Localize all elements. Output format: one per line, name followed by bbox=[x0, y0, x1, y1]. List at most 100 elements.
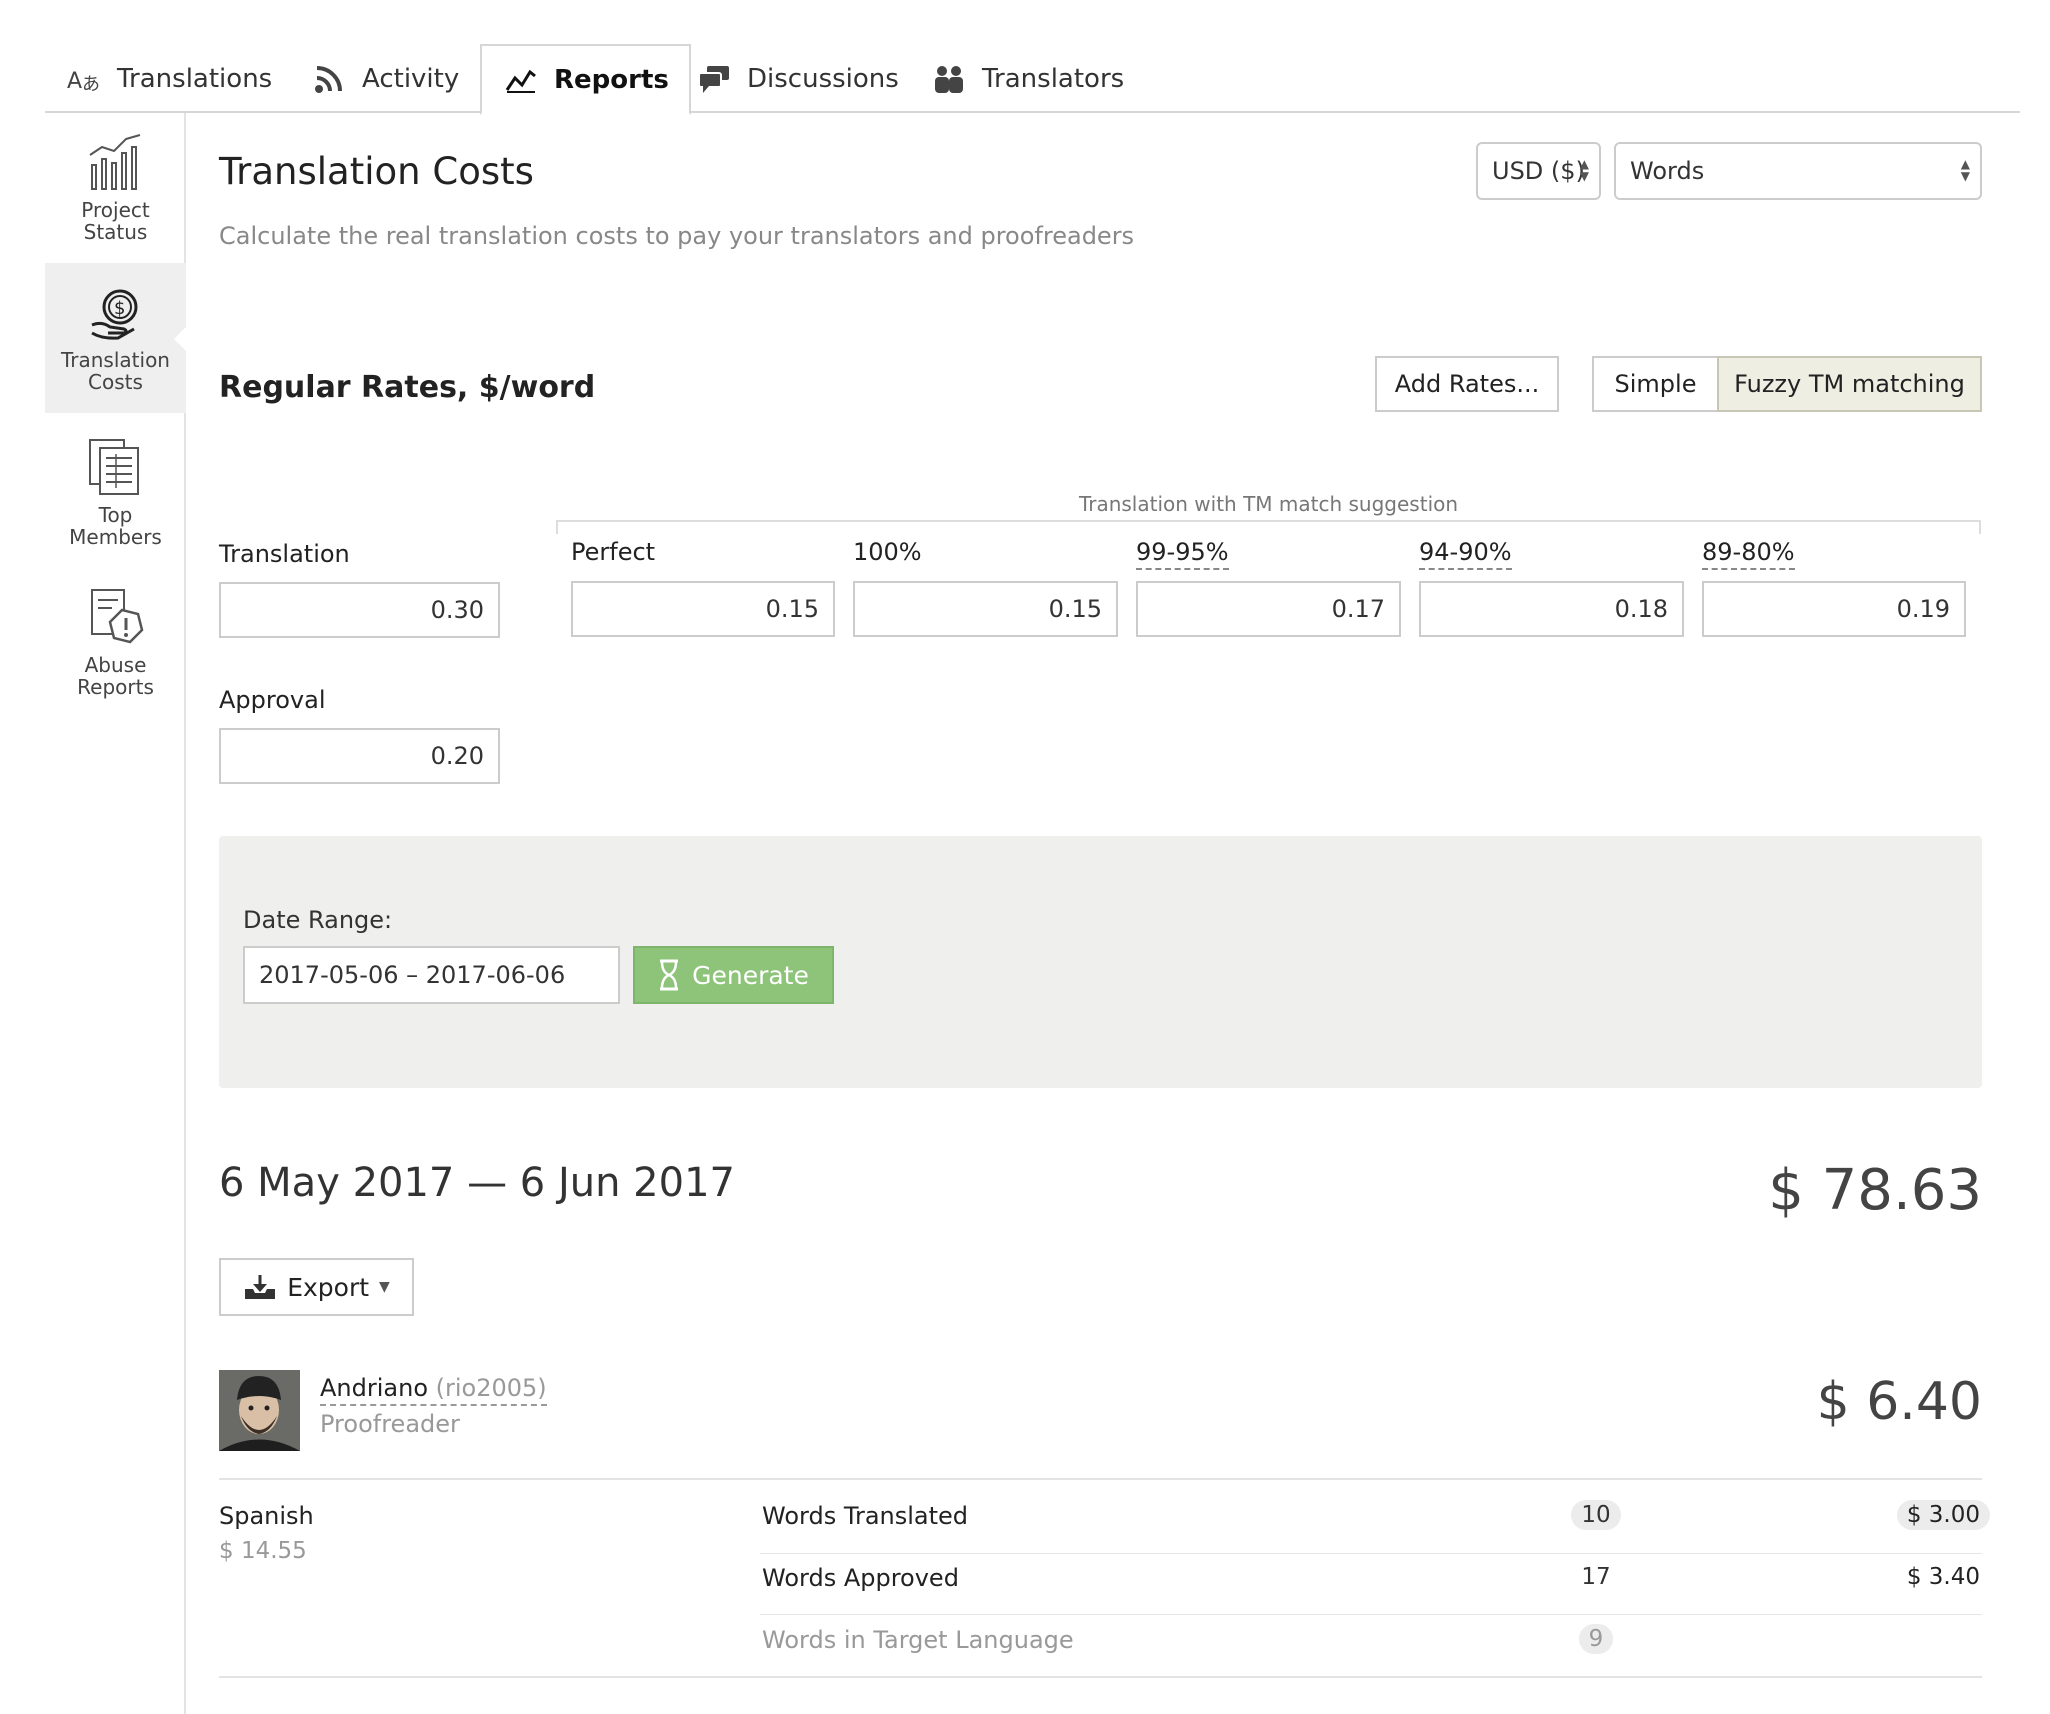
tm-94-90-label[interactable]: 94-90% bbox=[1419, 538, 1512, 570]
tm-99-95-input[interactable] bbox=[1136, 581, 1401, 637]
row-amount-words-translated: $ 3.00 bbox=[1896, 1500, 1990, 1530]
tm-89-80-label[interactable]: 89-80% bbox=[1702, 538, 1795, 570]
member-display-name: Andriano bbox=[320, 1374, 428, 1402]
tm-perfect-label: Perfect bbox=[571, 538, 656, 566]
sidebar-item-label: Translation bbox=[61, 348, 170, 372]
tab-label: Discussions bbox=[747, 63, 899, 94]
row-label-words-approved: Words Approved bbox=[762, 1564, 959, 1592]
tm-99-95-text: 99-95% bbox=[1136, 538, 1229, 570]
approval-rate-label: Approval bbox=[219, 686, 326, 714]
people-icon bbox=[930, 60, 968, 98]
row-amount-words-approved: $ 3.40 bbox=[1906, 1564, 1980, 1590]
tab-reports[interactable]: Reports bbox=[480, 44, 691, 115]
tab-activity[interactable]: Activity bbox=[310, 44, 459, 113]
svg-text:$: $ bbox=[114, 298, 125, 319]
sidebar-item-label: Costs bbox=[88, 370, 143, 394]
add-rates-button[interactable]: Add Rates... bbox=[1375, 356, 1559, 412]
tab-label: Translators bbox=[982, 63, 1125, 94]
export-label: Export bbox=[287, 1272, 370, 1302]
hourglass-icon bbox=[658, 959, 680, 991]
tab-translations[interactable]: Aあ Translations bbox=[65, 44, 272, 113]
rates-title: Regular Rates, $/word bbox=[219, 370, 596, 405]
warning-document-icon bbox=[45, 588, 186, 650]
approval-rate-input[interactable] bbox=[219, 728, 500, 784]
tab-discussions[interactable]: Discussions bbox=[695, 44, 899, 113]
currency-select[interactable]: USD ($) ▲ ▼ bbox=[1476, 142, 1601, 200]
sidebar-item-top-members[interactable]: Top Members bbox=[45, 438, 186, 564]
row-count-words-target: 9 bbox=[1570, 1624, 1622, 1654]
mode-simple-button[interactable]: Simple bbox=[1592, 356, 1719, 412]
row-label-words-translated: Words Translated bbox=[762, 1502, 969, 1530]
tm-94-90-text: 94-90% bbox=[1419, 538, 1512, 570]
amount-badge: $ 3.00 bbox=[1896, 1500, 1990, 1530]
translation-rate-label: Translation bbox=[219, 540, 350, 568]
sidebar-item-abuse-reports[interactable]: Abuse Reports bbox=[45, 588, 186, 714]
svg-text:A: A bbox=[67, 69, 82, 94]
page-title: Translation Costs bbox=[219, 150, 534, 193]
export-button[interactable]: Export ▼ bbox=[219, 1258, 414, 1316]
sidebar-item-label: Abuse bbox=[84, 653, 147, 677]
count-badge: 10 bbox=[1571, 1500, 1621, 1530]
member-handle: (rio2005) bbox=[435, 1374, 547, 1402]
sidebar-item-label: Status bbox=[83, 220, 148, 244]
tab-label: Reports bbox=[554, 64, 669, 95]
sidebar-item-label: Top bbox=[98, 503, 133, 527]
row-divider bbox=[760, 1614, 1982, 1615]
tm-bracket bbox=[556, 520, 1981, 534]
sidebar: Project Status $ Translation Costs Top M… bbox=[45, 113, 188, 1714]
rss-icon bbox=[310, 60, 348, 98]
updown-arrows-icon: ▲ ▼ bbox=[1579, 157, 1589, 183]
date-range-panel: Date Range: Generate bbox=[219, 836, 1982, 1088]
generate-button[interactable]: Generate bbox=[633, 946, 834, 1004]
tm-99-95-label[interactable]: 99-95% bbox=[1136, 538, 1229, 570]
mode-fuzzy-button[interactable]: Fuzzy TM matching bbox=[1717, 356, 1982, 412]
count-badge: 9 bbox=[1578, 1624, 1614, 1654]
sidebar-item-project-status[interactable]: Project Status bbox=[45, 133, 186, 259]
translate-icon: Aあ bbox=[65, 60, 103, 98]
sidebar-item-translation-costs[interactable]: $ Translation Costs bbox=[45, 263, 188, 413]
money-hand-icon: $ bbox=[45, 285, 186, 345]
download-icon bbox=[243, 1273, 277, 1301]
tm-89-80-input[interactable] bbox=[1702, 581, 1966, 637]
tab-label: Translations bbox=[117, 63, 273, 94]
sidebar-item-label: Members bbox=[69, 525, 162, 549]
row-count-words-approved: 17 bbox=[1581, 1564, 1611, 1590]
divider bbox=[219, 1676, 1982, 1678]
tm-94-90-input[interactable] bbox=[1419, 581, 1684, 637]
unit-select[interactable]: Words ▲ ▼ bbox=[1614, 142, 1982, 200]
row-label-words-target: Words in Target Language bbox=[762, 1626, 1074, 1654]
date-range-input[interactable] bbox=[243, 946, 620, 1004]
page-subtitle: Calculate the real translation costs to … bbox=[219, 222, 1135, 250]
sidebar-item-label: Project bbox=[81, 198, 150, 222]
tm-100-input[interactable] bbox=[853, 581, 1118, 637]
member-name[interactable]: Andriano (rio2005) bbox=[320, 1374, 547, 1406]
documents-icon bbox=[45, 438, 186, 500]
date-range-label: Date Range: bbox=[243, 906, 393, 934]
bar-chart-icon bbox=[45, 133, 186, 195]
row-divider bbox=[760, 1553, 1982, 1554]
currency-value: USD ($) bbox=[1492, 157, 1585, 185]
generate-label: Generate bbox=[692, 960, 809, 990]
translation-rate-input[interactable] bbox=[219, 582, 500, 638]
divider bbox=[219, 1478, 1982, 1480]
member-total: $ 6.40 bbox=[1816, 1372, 1982, 1432]
updown-arrows-icon: ▲ ▼ bbox=[1960, 157, 1970, 183]
report-total: $ 78.63 bbox=[1768, 1158, 1982, 1223]
language-total: $ 14.55 bbox=[219, 1538, 307, 1564]
tm-89-80-text: 89-80% bbox=[1702, 538, 1795, 570]
caret-down-icon: ▼ bbox=[379, 1279, 390, 1295]
avatar bbox=[219, 1370, 300, 1451]
tm-perfect-input[interactable] bbox=[571, 581, 835, 637]
tab-translators[interactable]: Translators bbox=[930, 44, 1124, 113]
tm-caption: Translation with TM match suggestion bbox=[1078, 492, 1459, 516]
svg-text:あ: あ bbox=[82, 74, 100, 94]
tab-label: Activity bbox=[362, 63, 460, 94]
chart-line-icon bbox=[502, 61, 540, 99]
member-role: Proofreader bbox=[320, 1410, 460, 1438]
row-count-words-translated: 10 bbox=[1570, 1500, 1622, 1530]
top-tabs: Aあ Translations Activity Reports Discuss… bbox=[45, 44, 2020, 115]
sidebar-item-label: Reports bbox=[77, 675, 154, 699]
tm-100-label: 100% bbox=[853, 538, 922, 566]
language-name: Spanish bbox=[219, 1502, 314, 1530]
chat-bubbles-icon bbox=[695, 60, 733, 98]
